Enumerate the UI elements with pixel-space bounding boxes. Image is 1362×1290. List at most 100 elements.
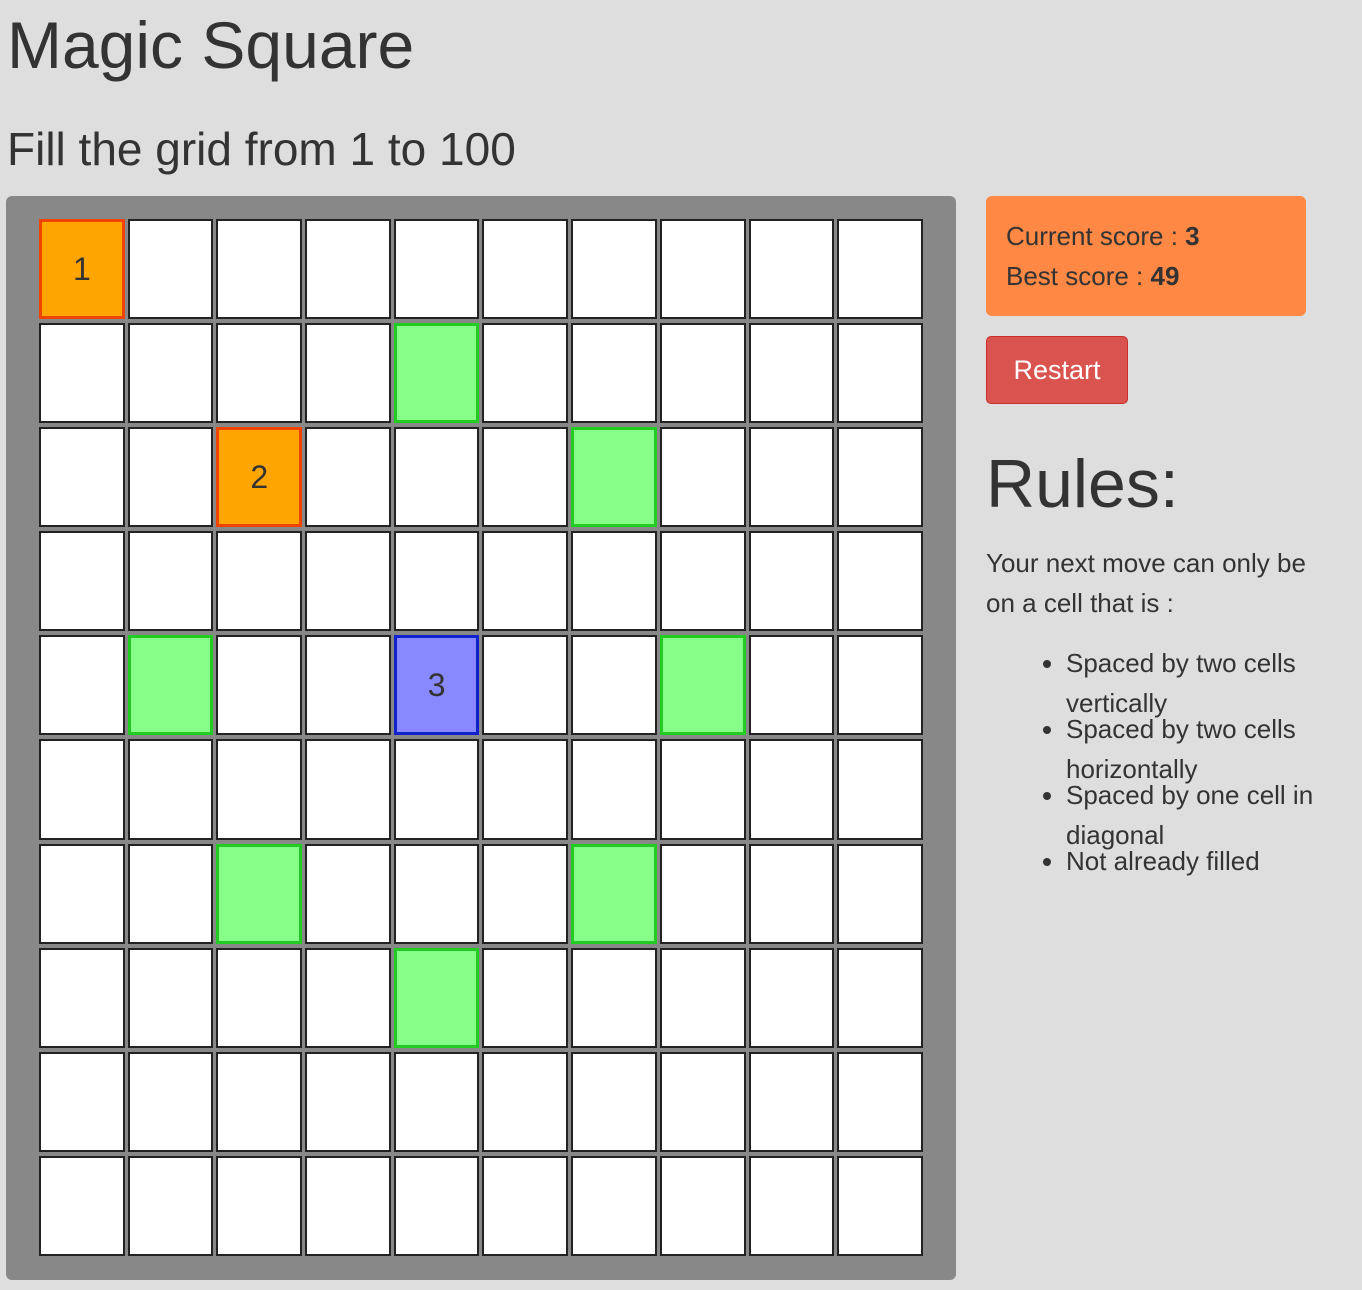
grid-cell-empty[interactable]	[39, 531, 125, 632]
grid-cell-empty[interactable]	[837, 635, 923, 736]
grid-cell-empty[interactable]	[305, 427, 391, 528]
grid-cell-empty[interactable]	[571, 635, 657, 736]
grid-cell-empty[interactable]	[837, 531, 923, 632]
grid-cell-empty[interactable]	[393, 739, 480, 840]
grid-cell-empty[interactable]	[482, 427, 569, 528]
grid-cell-empty[interactable]	[127, 427, 214, 528]
grid-cell-possible[interactable]	[571, 843, 657, 944]
grid-cell-empty[interactable]	[393, 1051, 480, 1152]
grid-cell-empty[interactable]	[305, 739, 391, 840]
grid-cell-current[interactable]: 3	[393, 635, 480, 736]
grid-cell-empty[interactable]	[127, 219, 214, 320]
grid-cell-empty[interactable]	[837, 843, 923, 944]
grid-cell-empty[interactable]	[127, 1155, 214, 1256]
grid-cell-empty[interactable]	[39, 427, 125, 528]
grid-cell-empty[interactable]	[393, 531, 480, 632]
grid-cell-empty[interactable]	[748, 1155, 835, 1256]
grid-cell-empty[interactable]	[39, 1051, 125, 1152]
grid-cell-empty[interactable]	[393, 1155, 480, 1256]
grid-cell-empty[interactable]	[748, 1051, 835, 1152]
grid-cell-empty[interactable]	[393, 843, 480, 944]
grid-cell-empty[interactable]	[659, 947, 746, 1048]
grid-cell-empty[interactable]	[482, 739, 569, 840]
grid-cell-empty[interactable]	[837, 219, 923, 320]
grid-cell-empty[interactable]	[39, 1155, 125, 1256]
grid-cell-empty[interactable]	[748, 947, 835, 1048]
grid-cell-empty[interactable]	[482, 843, 569, 944]
grid-cell-empty[interactable]	[748, 427, 835, 528]
grid-cell-empty[interactable]	[837, 1051, 923, 1152]
grid-cell-empty[interactable]	[305, 1051, 391, 1152]
grid-cell-empty[interactable]	[127, 323, 214, 424]
grid-cell-empty[interactable]	[659, 1051, 746, 1152]
grid-cell-empty[interactable]	[305, 323, 391, 424]
grid-cell-empty[interactable]	[127, 739, 214, 840]
grid-cell-filled[interactable]: 2	[216, 427, 303, 528]
grid-cell-empty[interactable]	[748, 739, 835, 840]
grid-cell-possible[interactable]	[571, 427, 657, 528]
grid-cell-empty[interactable]	[216, 1155, 303, 1256]
grid-cell-possible[interactable]	[393, 947, 480, 1048]
grid-cell-empty[interactable]	[748, 531, 835, 632]
grid-cell-empty[interactable]	[837, 1155, 923, 1256]
grid-cell-empty[interactable]	[216, 947, 303, 1048]
grid-cell-empty[interactable]	[571, 219, 657, 320]
grid-cell-empty[interactable]	[482, 1051, 569, 1152]
grid-cell-empty[interactable]	[482, 219, 569, 320]
grid-cell-empty[interactable]	[571, 531, 657, 632]
grid-cell-empty[interactable]	[39, 635, 125, 736]
grid-cell-empty[interactable]	[305, 843, 391, 944]
grid-cell-possible[interactable]	[127, 635, 214, 736]
grid-cell-possible[interactable]	[659, 635, 746, 736]
grid-cell-empty[interactable]	[659, 531, 746, 632]
grid-cell-empty[interactable]	[127, 843, 214, 944]
grid-cell-empty[interactable]	[393, 219, 480, 320]
grid-cell-empty[interactable]	[482, 1155, 569, 1256]
grid-cell-empty[interactable]	[659, 219, 746, 320]
grid-cell-empty[interactable]	[659, 427, 746, 528]
grid-cell-empty[interactable]	[748, 323, 835, 424]
grid-cell-empty[interactable]	[748, 635, 835, 736]
grid-cell-empty[interactable]	[216, 219, 303, 320]
grid-cell-empty[interactable]	[482, 531, 569, 632]
grid-cell-empty[interactable]	[305, 635, 391, 736]
grid-cell-possible[interactable]	[216, 843, 303, 944]
grid-cell-empty[interactable]	[305, 947, 391, 1048]
grid-cell-empty[interactable]	[837, 427, 923, 528]
grid-cell-empty[interactable]	[482, 635, 569, 736]
restart-button[interactable]: Restart	[986, 336, 1128, 404]
grid-cell-empty[interactable]	[39, 843, 125, 944]
grid-cell-empty[interactable]	[482, 323, 569, 424]
grid-cell-empty[interactable]	[216, 1051, 303, 1152]
grid-cell-empty[interactable]	[216, 635, 303, 736]
grid-cell-empty[interactable]	[216, 323, 303, 424]
grid-cell-empty[interactable]	[571, 1155, 657, 1256]
grid-cell-empty[interactable]	[393, 427, 480, 528]
grid-cell-empty[interactable]	[39, 947, 125, 1048]
grid-cell-empty[interactable]	[127, 531, 214, 632]
grid-cell-empty[interactable]	[305, 219, 391, 320]
grid-cell-empty[interactable]	[127, 1051, 214, 1152]
grid-cell-empty[interactable]	[482, 947, 569, 1048]
grid-cell-empty[interactable]	[659, 323, 746, 424]
grid-cell-empty[interactable]	[837, 323, 923, 424]
grid-cell-empty[interactable]	[659, 1155, 746, 1256]
grid-cell-empty[interactable]	[216, 531, 303, 632]
grid-cell-empty[interactable]	[659, 739, 746, 840]
grid-cell-empty[interactable]	[837, 947, 923, 1048]
grid-cell-empty[interactable]	[305, 1155, 391, 1256]
grid-cell-empty[interactable]	[305, 531, 391, 632]
grid-cell-empty[interactable]	[127, 947, 214, 1048]
grid-cell-empty[interactable]	[39, 323, 125, 424]
grid-cell-possible[interactable]	[393, 323, 480, 424]
grid-cell-empty[interactable]	[216, 739, 303, 840]
grid-cell-empty[interactable]	[837, 739, 923, 840]
grid-cell-empty[interactable]	[748, 219, 835, 320]
grid-cell-empty[interactable]	[748, 843, 835, 944]
grid-cell-empty[interactable]	[571, 323, 657, 424]
grid-cell-empty[interactable]	[571, 739, 657, 840]
grid-cell-filled[interactable]: 1	[39, 219, 125, 320]
grid-cell-empty[interactable]	[571, 1051, 657, 1152]
grid-cell-empty[interactable]	[571, 947, 657, 1048]
grid-cell-empty[interactable]	[659, 843, 746, 944]
